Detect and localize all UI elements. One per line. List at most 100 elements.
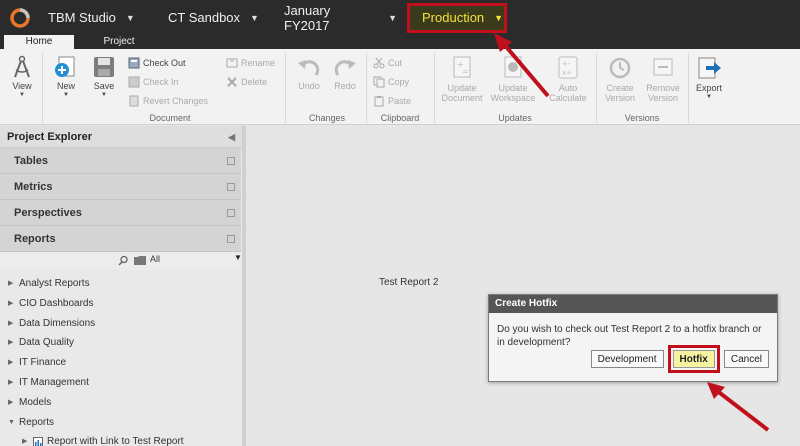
expand-triangle-icon[interactable]: ▶ (8, 274, 19, 294)
expand-triangle-icon[interactable]: ▶ (8, 393, 19, 413)
redo-button[interactable]: Redo (330, 57, 360, 91)
sandbox-menu[interactable]: CT Sandbox ▼ (150, 0, 260, 35)
remove-version-label-1: Remove (646, 83, 680, 93)
top-bar: TBM Studio ▼ CT Sandbox ▼ January FY2017… (0, 0, 800, 35)
chevron-down-icon: ▼ (19, 92, 25, 98)
app-logo-icon (0, 0, 40, 35)
auto-calculate-label-1: Auto (558, 83, 578, 93)
chevron-down-icon: ▼ (388, 12, 397, 23)
remove-version-label-2: Version (647, 93, 679, 103)
cut-button[interactable]: Cut (373, 57, 402, 69)
delete-button[interactable]: Delete (226, 76, 267, 88)
paste-button[interactable]: Paste (373, 95, 411, 107)
tree-item-reports[interactable]: ▼ Reports (0, 413, 245, 433)
expand-toggle-icon[interactable] (227, 183, 235, 191)
studio-menu[interactable]: TBM Studio ▼ (40, 0, 140, 35)
expand-toggle-icon[interactable] (227, 209, 235, 217)
undo-button[interactable]: Undo (294, 57, 324, 91)
dialog-buttons: Development Hotfix Cancel (587, 345, 769, 373)
expand-toggle-icon[interactable] (227, 235, 235, 243)
calculator-icon: +- x÷ (558, 56, 578, 79)
tree-item-cio-dashboards[interactable]: ▶ CIO Dashboards (0, 294, 245, 314)
tree-item-data-quality[interactable]: ▶ Data Quality (0, 333, 245, 353)
group-document-label: Document (149, 113, 191, 123)
tab-home[interactable]: Home (4, 35, 74, 49)
export-button[interactable]: Export ▼ (694, 55, 724, 100)
tree-item-models[interactable]: ▶ Models (0, 393, 245, 413)
save-button[interactable]: Save ▼ (90, 55, 118, 98)
hotfix-highlight: Hotfix (667, 345, 720, 373)
production-label: Production (422, 10, 485, 25)
update-workspace-button[interactable]: Update Workspace (489, 55, 537, 103)
tree-item-label: Analyst Reports (19, 278, 90, 289)
period-label: January FY2017 (284, 2, 331, 33)
chevron-down-icon: ▼ (101, 92, 107, 98)
rename-icon (226, 58, 238, 68)
expand-triangle-icon[interactable]: ▶ (8, 333, 19, 353)
section-perspectives[interactable]: Perspectives (0, 200, 241, 226)
ribbon-tabs: Home Project (0, 35, 800, 49)
check-in-icon (128, 76, 140, 88)
copy-button[interactable]: Copy (373, 76, 409, 88)
ribbon-divider (42, 53, 43, 123)
development-button[interactable]: Development (590, 350, 664, 368)
auto-calculate-button[interactable]: +- x÷ Auto Calculate (546, 55, 590, 103)
rename-button[interactable]: Rename (226, 57, 275, 69)
search-icon[interactable] (118, 255, 129, 266)
expand-triangle-icon[interactable]: ▶ (8, 294, 19, 314)
section-metrics[interactable]: Metrics (0, 174, 241, 200)
sandbox-label: CT Sandbox (168, 10, 241, 25)
main-canvas: Test Report 2 (247, 126, 800, 446)
folder-icon (134, 256, 146, 265)
section-reports[interactable]: Reports (0, 226, 241, 252)
expand-triangle-icon[interactable]: ▶ (22, 432, 33, 446)
ribbon-divider (366, 53, 367, 123)
tree-item-data-dimensions[interactable]: ▶ Data Dimensions (0, 314, 245, 334)
tree-item-label: Models (19, 396, 52, 408)
scissors-icon (373, 57, 385, 69)
production-menu[interactable]: Production ▼ (407, 2, 507, 33)
tree-item-report-with-link[interactable]: ▶ Report with Link to Test Report (0, 432, 245, 446)
project-explorer: Project Explorer ◀ Tables Metrics Perspe… (0, 126, 246, 446)
tab-project[interactable]: Project (86, 35, 152, 49)
remove-version-icon (653, 58, 673, 76)
revert-icon (129, 95, 139, 107)
expand-triangle-icon[interactable]: ▶ (8, 314, 19, 334)
expand-toggle-icon[interactable] (227, 157, 235, 165)
update-document-button[interactable]: + = Update Document (440, 55, 484, 103)
collapse-arrow-icon[interactable]: ◀ (228, 126, 235, 148)
ribbon-divider (285, 53, 286, 123)
dialog-title: Create Hotfix (489, 295, 777, 313)
revert-changes-button[interactable]: Revert Changes (128, 95, 208, 107)
cancel-button[interactable]: Cancel (723, 350, 769, 368)
tree-item-label: Data Dimensions (19, 317, 96, 329)
tree-item-it-finance[interactable]: ▶ IT Finance (0, 353, 245, 373)
filter-bar: All ▼ (0, 252, 242, 270)
filter-value[interactable]: All (150, 254, 160, 264)
create-version-button[interactable]: Create Version (602, 55, 638, 103)
tree-item-label: CIO Dashboards (19, 297, 94, 309)
period-menu[interactable]: January FY2017 ▼ (272, 0, 397, 35)
check-in-label: Check In (143, 77, 179, 87)
auto-calculate-label-2: Calculate (549, 93, 587, 103)
report-tree: ▶ Analyst Reports ▶ CIO Dashboards ▶ Data D… (0, 270, 245, 446)
sidebar-scrollbar[interactable] (242, 126, 246, 446)
group-versions-label: Versions (624, 113, 660, 123)
tree-item-analyst-reports[interactable]: ▶ Analyst Reports (0, 274, 245, 294)
new-button[interactable]: New ▼ (52, 55, 80, 98)
update-document-label-2: Document (441, 93, 483, 103)
collapse-triangle-icon[interactable]: ▼ (8, 413, 19, 433)
remove-version-button[interactable]: Remove Version (643, 55, 683, 103)
expand-triangle-icon[interactable]: ▶ (8, 353, 19, 373)
tree-item-it-management[interactable]: ▶ IT Management (0, 373, 245, 393)
export-icon (698, 57, 721, 79)
expand-triangle-icon[interactable]: ▶ (8, 373, 19, 393)
hotfix-button[interactable]: Hotfix (672, 350, 715, 368)
check-in-button[interactable]: Check In (128, 76, 179, 88)
chevron-down-icon: ▼ (494, 12, 504, 23)
chevron-down-icon: ▼ (63, 92, 69, 98)
view-button[interactable]: View ▼ (8, 55, 36, 98)
section-tables[interactable]: Tables (0, 148, 241, 174)
chevron-down-icon[interactable]: ▼ (234, 253, 242, 262)
check-out-button[interactable]: Check Out (128, 57, 186, 69)
